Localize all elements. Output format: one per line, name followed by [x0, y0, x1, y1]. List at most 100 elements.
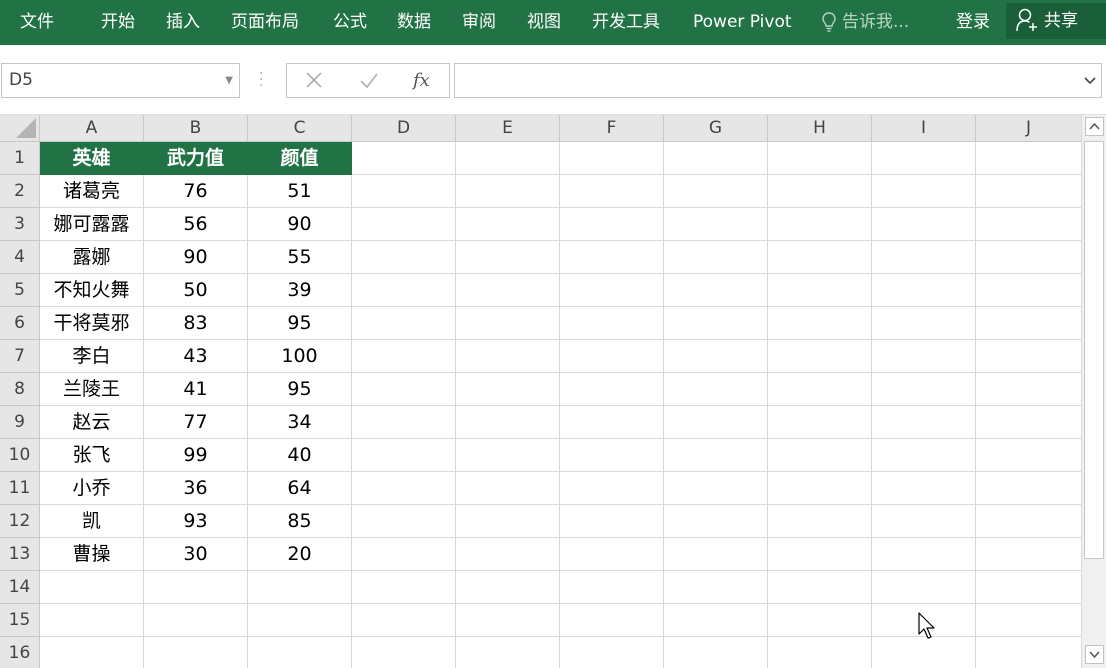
cell-c5[interactable]: 39	[248, 274, 352, 307]
cell-c10[interactable]: 40	[248, 439, 352, 472]
cell-i13[interactable]	[872, 538, 976, 571]
cell-c9[interactable]: 34	[248, 406, 352, 439]
cell-c15[interactable]	[248, 604, 352, 637]
vertical-scrollbar[interactable]	[1081, 115, 1106, 668]
cell-c16[interactable]	[248, 637, 352, 668]
cell-e1[interactable]	[456, 142, 560, 175]
cell-c8[interactable]: 95	[248, 373, 352, 406]
cell-j10[interactable]	[976, 439, 1082, 472]
cell-c3[interactable]: 90	[248, 208, 352, 241]
cell-b2[interactable]: 76	[144, 175, 248, 208]
tab-power-pivot[interactable]: Power Pivot	[693, 10, 792, 34]
cell-a8[interactable]: 兰陵王	[40, 373, 144, 406]
row-header-1[interactable]: 1	[0, 142, 40, 175]
cell-f12[interactable]	[560, 505, 664, 538]
cell-g3[interactable]	[664, 208, 768, 241]
cell-d6[interactable]	[352, 307, 456, 340]
row-header-13[interactable]: 13	[0, 538, 40, 571]
cell-j4[interactable]	[976, 241, 1082, 274]
column-header-h[interactable]: H	[768, 115, 872, 142]
cell-a10[interactable]: 张飞	[40, 439, 144, 472]
cell-j16[interactable]	[976, 637, 1082, 668]
tell-me-search[interactable]: 告诉我...	[822, 10, 909, 34]
cell-i16[interactable]	[872, 637, 976, 668]
cell-g4[interactable]	[664, 241, 768, 274]
cell-g14[interactable]	[664, 571, 768, 604]
column-header-b[interactable]: B	[144, 115, 248, 142]
cell-d3[interactable]	[352, 208, 456, 241]
cell-e5[interactable]	[456, 274, 560, 307]
tab-insert[interactable]: 插入	[166, 10, 200, 34]
cell-j11[interactable]	[976, 472, 1082, 505]
cell-e9[interactable]	[456, 406, 560, 439]
share-button[interactable]: 共享	[1006, 3, 1106, 39]
row-header-5[interactable]: 5	[0, 274, 40, 307]
cell-d15[interactable]	[352, 604, 456, 637]
row-header-6[interactable]: 6	[0, 307, 40, 340]
cell-b15[interactable]	[144, 604, 248, 637]
cell-b16[interactable]	[144, 637, 248, 668]
cell-g15[interactable]	[664, 604, 768, 637]
cell-d10[interactable]	[352, 439, 456, 472]
column-header-j[interactable]: J	[976, 115, 1082, 142]
cell-e11[interactable]	[456, 472, 560, 505]
cell-d14[interactable]	[352, 571, 456, 604]
cell-h5[interactable]	[768, 274, 872, 307]
cell-d5[interactable]	[352, 274, 456, 307]
cell-j5[interactable]	[976, 274, 1082, 307]
cell-f7[interactable]	[560, 340, 664, 373]
cell-g6[interactable]	[664, 307, 768, 340]
cell-c11[interactable]: 64	[248, 472, 352, 505]
cell-e4[interactable]	[456, 241, 560, 274]
cell-f6[interactable]	[560, 307, 664, 340]
cell-d11[interactable]	[352, 472, 456, 505]
column-header-a[interactable]: A	[40, 115, 144, 142]
cell-j9[interactable]	[976, 406, 1082, 439]
cell-c12[interactable]: 85	[248, 505, 352, 538]
cell-a5[interactable]: 不知火舞	[40, 274, 144, 307]
cell-j15[interactable]	[976, 604, 1082, 637]
drag-handle-icon[interactable]: · · ·	[259, 67, 263, 93]
cell-c4[interactable]: 55	[248, 241, 352, 274]
column-header-f[interactable]: F	[560, 115, 664, 142]
cell-g13[interactable]	[664, 538, 768, 571]
cell-h11[interactable]	[768, 472, 872, 505]
spreadsheet-grid[interactable]: A B C D E F G H I J 1 英雄 武力值 颜值 2 诸葛亮 76 51 3 娜可露露 56 90 4 露娜 90…	[0, 115, 1082, 668]
formula-input[interactable]	[454, 63, 1102, 98]
cell-d7[interactable]	[352, 340, 456, 373]
name-box[interactable]: D5 ▼	[1, 63, 240, 98]
x-icon[interactable]	[305, 64, 323, 97]
cell-a11[interactable]: 小乔	[40, 472, 144, 505]
row-header-2[interactable]: 2	[0, 175, 40, 208]
cell-i4[interactable]	[872, 241, 976, 274]
cell-i9[interactable]	[872, 406, 976, 439]
cell-a4[interactable]: 露娜	[40, 241, 144, 274]
cell-b13[interactable]: 30	[144, 538, 248, 571]
cell-h3[interactable]	[768, 208, 872, 241]
cell-h9[interactable]	[768, 406, 872, 439]
cell-g10[interactable]	[664, 439, 768, 472]
cell-g7[interactable]	[664, 340, 768, 373]
cell-h6[interactable]	[768, 307, 872, 340]
cell-h1[interactable]	[768, 142, 872, 175]
cell-j3[interactable]	[976, 208, 1082, 241]
cell-a13[interactable]: 曹操	[40, 538, 144, 571]
cell-i2[interactable]	[872, 175, 976, 208]
cell-i3[interactable]	[872, 208, 976, 241]
cell-b4[interactable]: 90	[144, 241, 248, 274]
cell-b7[interactable]: 43	[144, 340, 248, 373]
cell-e14[interactable]	[456, 571, 560, 604]
cell-j7[interactable]	[976, 340, 1082, 373]
cell-f2[interactable]	[560, 175, 664, 208]
cell-a3[interactable]: 娜可露露	[40, 208, 144, 241]
cell-b3[interactable]: 56	[144, 208, 248, 241]
tab-home[interactable]: 开始	[101, 10, 135, 34]
cell-f15[interactable]	[560, 604, 664, 637]
column-header-g[interactable]: G	[664, 115, 768, 142]
cell-b8[interactable]: 41	[144, 373, 248, 406]
cell-e6[interactable]	[456, 307, 560, 340]
cell-g9[interactable]	[664, 406, 768, 439]
cell-i10[interactable]	[872, 439, 976, 472]
column-header-e[interactable]: E	[456, 115, 560, 142]
tab-view[interactable]: 视图	[527, 10, 561, 34]
